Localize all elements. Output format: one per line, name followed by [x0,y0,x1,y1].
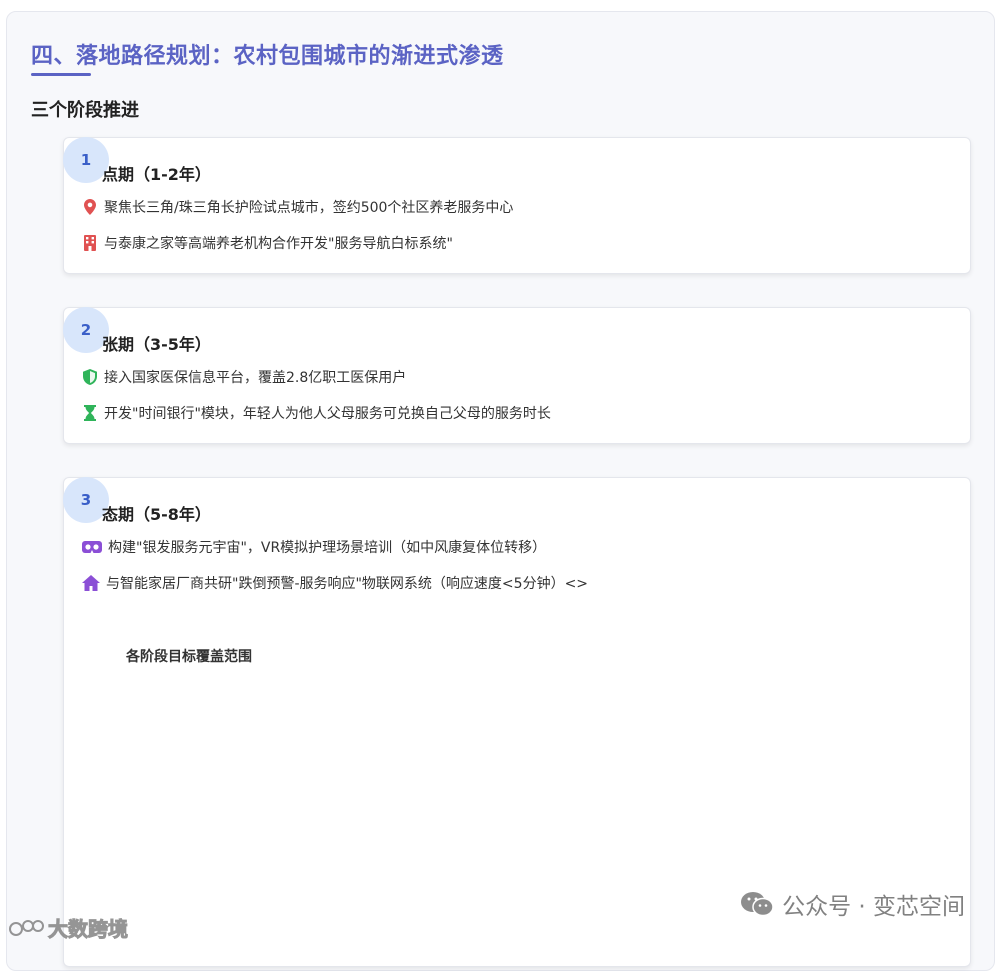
phase-item: 与智能家居厂商共研"跌倒预警-服务响应"物联网系统（响应速度<5分钟）<> [82,573,588,593]
phase-item-text: 与泰康之家等高端养老机构合作开发"服务导航白标系统" [104,236,453,252]
home-icon [82,575,100,591]
phase-item: 构建"银发服务元宇宙"，VR模拟护理场景培训（如中风康复体位转移） [82,537,546,557]
phase-item: 开发"时间银行"模块，年轻人为他人父母服务可兑换自己父母的服务时长 [82,403,551,423]
content-panel: 四、落地路径规划：农村包围城市的渐进式渗透 三个阶段推进 1 点期（1-2年） … [6,11,995,971]
corner-watermark: 大数跨境 [8,913,129,942]
title-underline [31,73,91,76]
phase-title: 态期（5-8年） [102,505,211,524]
phase-item-text: 聚焦长三角/珠三角长护险试点城市，签约500个社区养老服务中心 [104,200,514,216]
wechat-watermark-text: 公众号 · 变芯空间 [782,894,965,920]
map-pin-icon [82,199,98,215]
phase-title: 张期（3-5年） [102,335,211,354]
phase-item: 聚焦长三角/珠三角长护险试点城市，签约500个社区养老服务中心 [82,197,513,217]
phase-item: 接入国家医保信息平台，覆盖2.8亿职工医保用户 [82,367,406,387]
section-title: 四、落地路径规划：农村包围城市的渐进式渗透 [31,44,504,69]
hourglass-icon [82,405,98,421]
phase-item-text: 与智能家居厂商共研"跌倒预警-服务响应"物联网系统（响应速度<5分钟）<> [106,576,589,592]
wechat-icon [740,891,774,917]
phase-title: 点期（1-2年） [102,165,211,184]
phase-item-text: 开发"时间银行"模块，年轻人为他人父母服务可兑换自己父母的服务时长 [104,406,551,422]
phase-card-2: 2 张期（3-5年） 接入国家医保信息平台，覆盖2.8亿职工医保用户 开发"时间… [63,307,971,444]
shield-icon [82,369,98,385]
chart-title: 各阶段目标覆盖范围 [126,649,252,665]
section-subtitle: 三个阶段推进 [31,100,139,121]
vr-headset-icon [82,539,102,555]
phase-item-text: 接入国家医保信息平台，覆盖2.8亿职工医保用户 [104,370,407,386]
building-icon [82,235,98,251]
phase-card-1: 1 点期（1-2年） 聚焦长三角/珠三角长护险试点城市，签约500个社区养老服务… [63,137,971,274]
corner-watermark-text: 大数跨境 [48,917,129,942]
corner-logo-icon [8,917,44,939]
phase-item-text: 构建"银发服务元宇宙"，VR模拟护理场景培训（如中风康复体位转移） [108,540,547,556]
phase-item: 与泰康之家等高端养老机构合作开发"服务导航白标系统" [82,233,453,253]
wechat-watermark: 公众号 · 变芯空间 [740,887,965,921]
